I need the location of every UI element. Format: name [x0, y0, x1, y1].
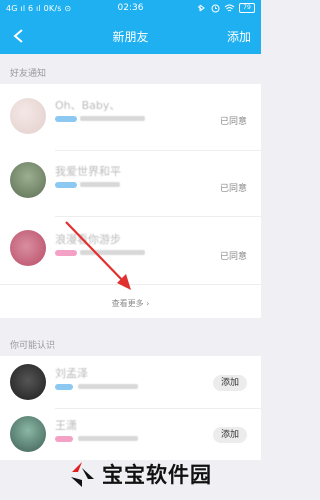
- watermark: 宝宝软件园: [68, 454, 212, 494]
- annotation-arrow-icon: [65, 221, 131, 290]
- watermark-text: 宝宝软件园: [102, 463, 212, 487]
- watermark-logo-icon: [71, 462, 94, 487]
